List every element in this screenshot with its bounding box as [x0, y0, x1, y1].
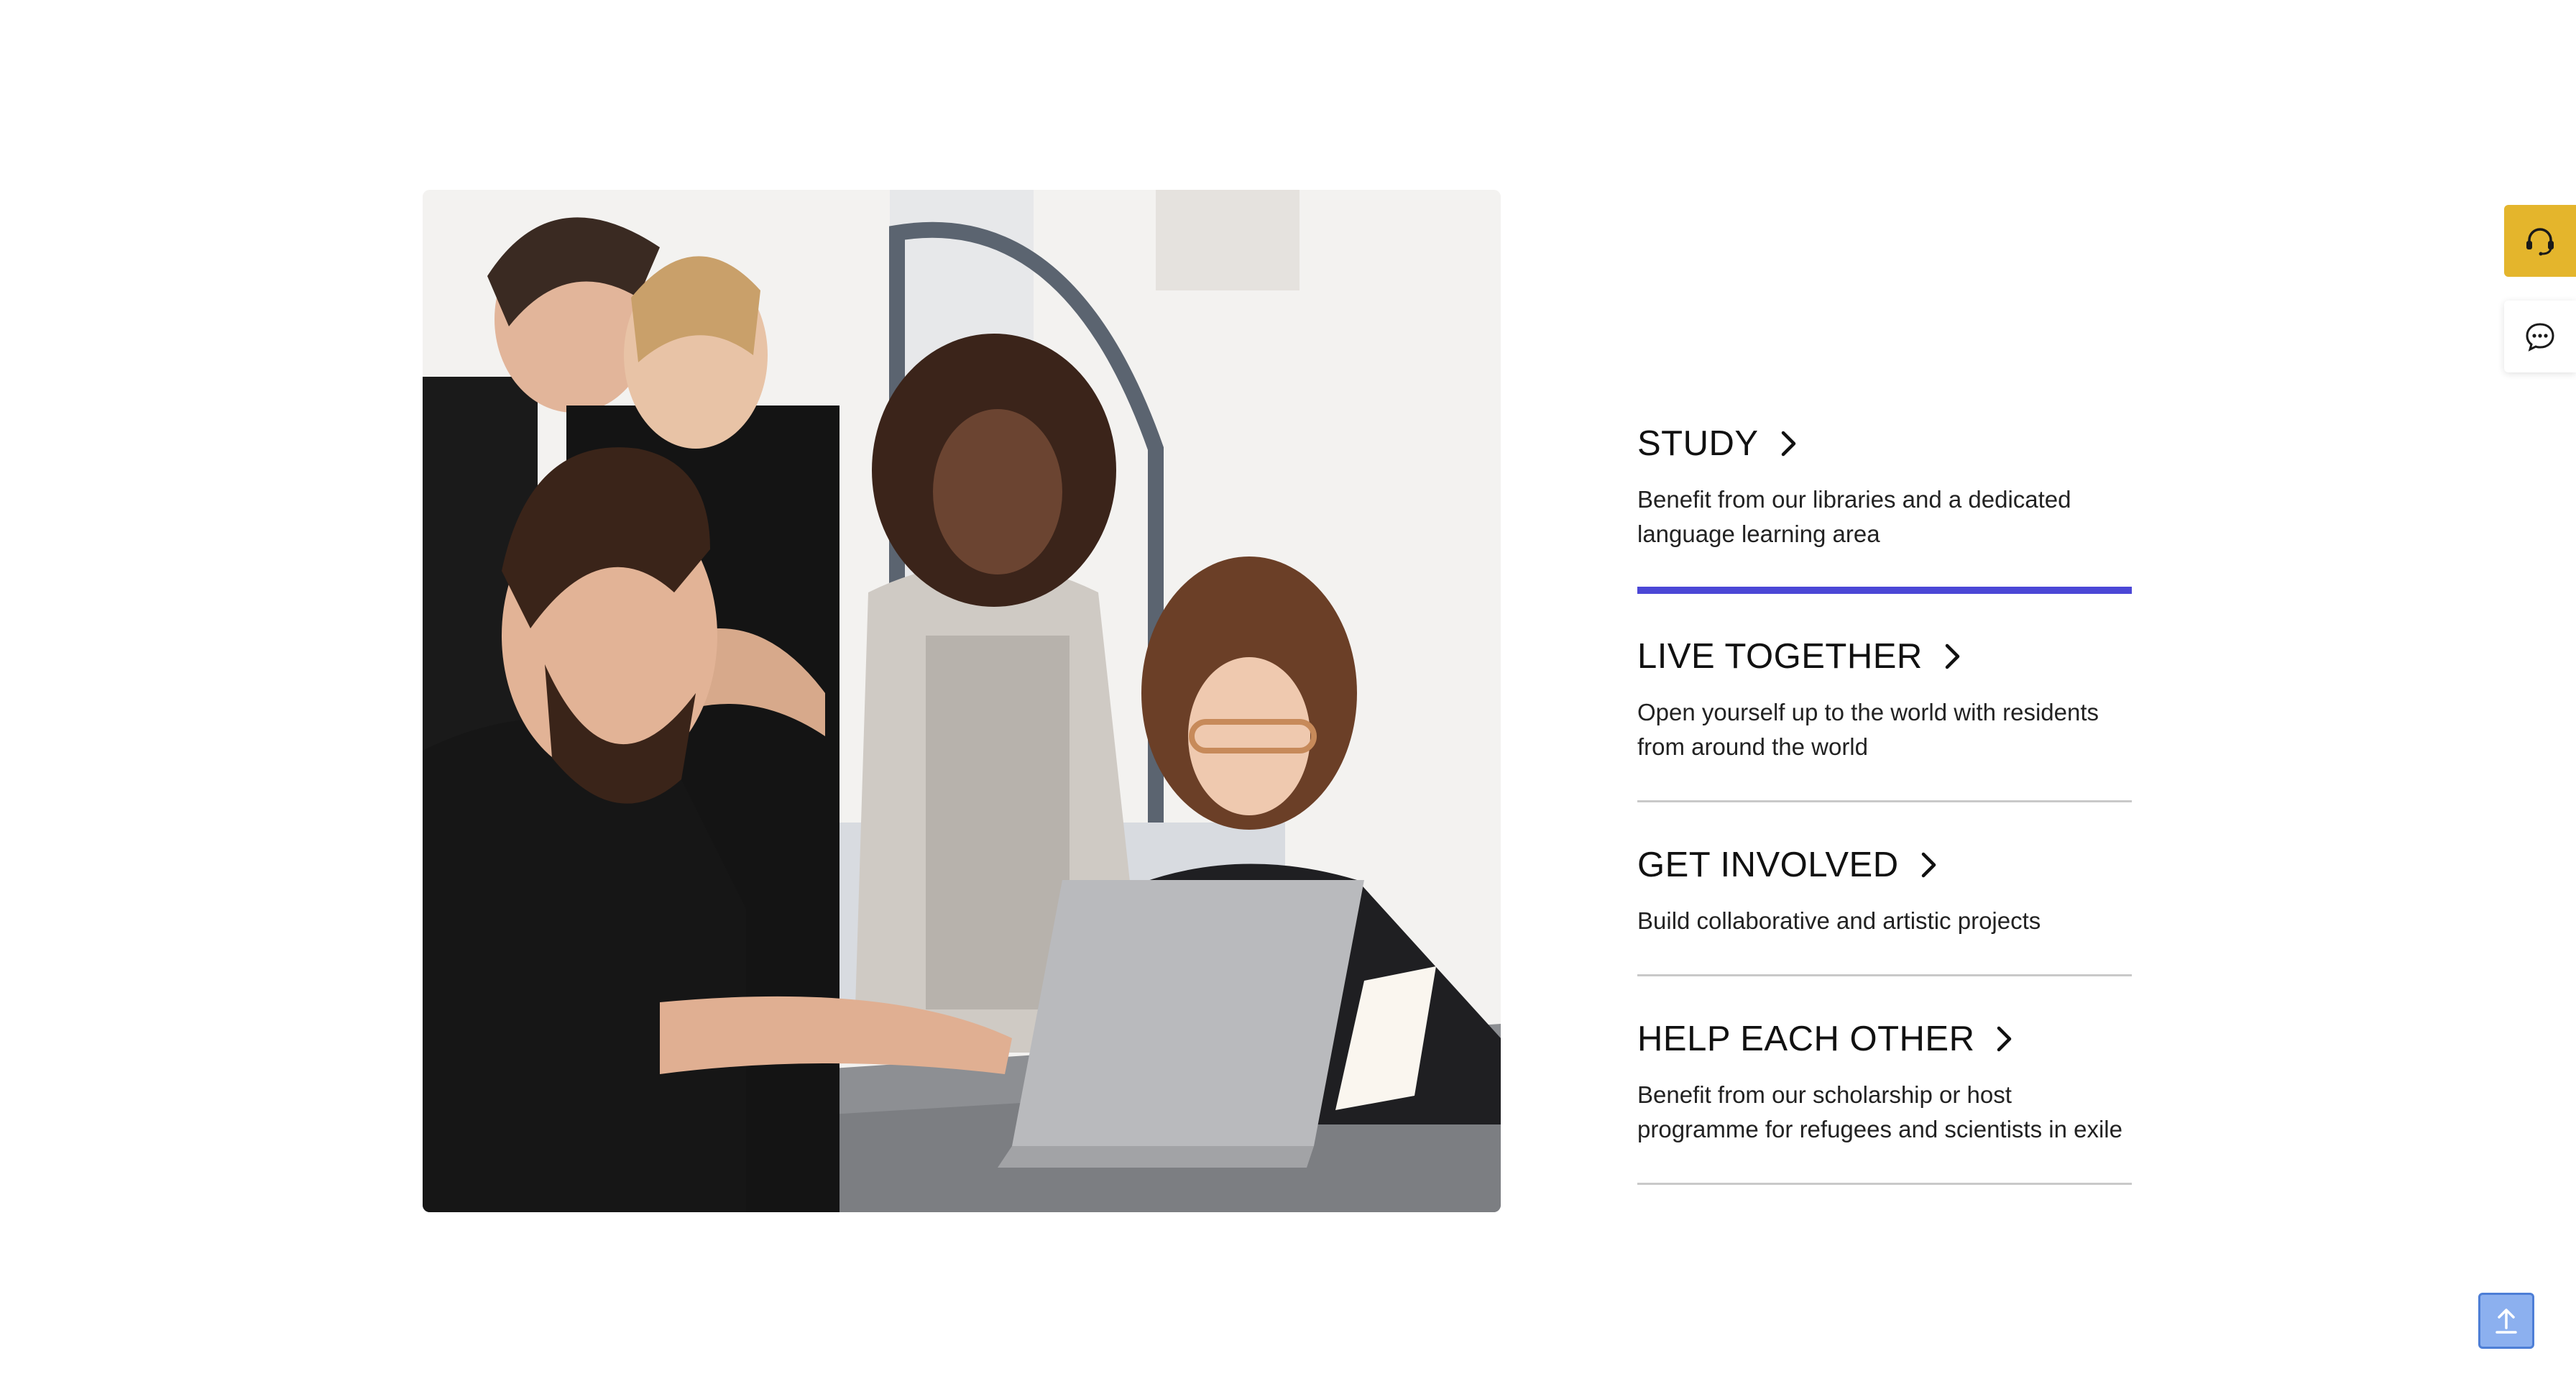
headset-icon: [2526, 228, 2554, 256]
feature-help-each-other-header[interactable]: HELP EACH OTHER: [1637, 1018, 2132, 1060]
feature-get-involved-header[interactable]: GET INVOLVED: [1637, 844, 2132, 886]
feature-list: STUDY Benefit from our libraries and a d…: [1637, 403, 2132, 1185]
feature-help-each-other[interactable]: HELP EACH OTHER Benefit from our scholar…: [1637, 976, 2132, 1185]
feature-get-involved[interactable]: GET INVOLVED Build collaborative and art…: [1637, 802, 2132, 976]
chevron-right-icon[interactable]: [1996, 1025, 2013, 1053]
feature-study-header[interactable]: STUDY: [1637, 423, 2132, 465]
back-to-top-button[interactable]: [2478, 1293, 2534, 1349]
hero-image: [423, 190, 1501, 1212]
support-tab[interactable]: [2504, 205, 2576, 277]
feature-title[interactable]: LIVE TOGETHER: [1637, 636, 1923, 678]
feature-study[interactable]: STUDY Benefit from our libraries and a d…: [1637, 403, 2132, 594]
chat-tab[interactable]: [2504, 301, 2576, 372]
feature-title[interactable]: GET INVOLVED: [1637, 844, 1899, 886]
feature-live-together[interactable]: LIVE TOGETHER Open yourself up to the wo…: [1637, 594, 2132, 802]
feature-description: Benefit from our scholarship or host pro…: [1637, 1081, 2122, 1142]
feature-live-together-header[interactable]: LIVE TOGETHER: [1637, 636, 2132, 678]
arrow-up-icon: [2496, 1309, 2517, 1334]
feature-description: Open yourself up to the world with resid…: [1637, 698, 2099, 760]
chevron-right-icon[interactable]: [1780, 430, 1798, 457]
feature-description: Build collaborative and artistic project…: [1637, 907, 2041, 934]
photo-illustration: [423, 190, 1501, 1212]
feature-title[interactable]: STUDY: [1637, 423, 1759, 465]
chat-bubble-icon: [2526, 323, 2554, 352]
feature-title[interactable]: HELP EACH OTHER: [1637, 1018, 1974, 1060]
feature-description: Benefit from our libraries and a dedicat…: [1637, 485, 2071, 547]
chevron-right-icon[interactable]: [1920, 851, 1938, 879]
chevron-right-icon[interactable]: [1944, 643, 1961, 670]
